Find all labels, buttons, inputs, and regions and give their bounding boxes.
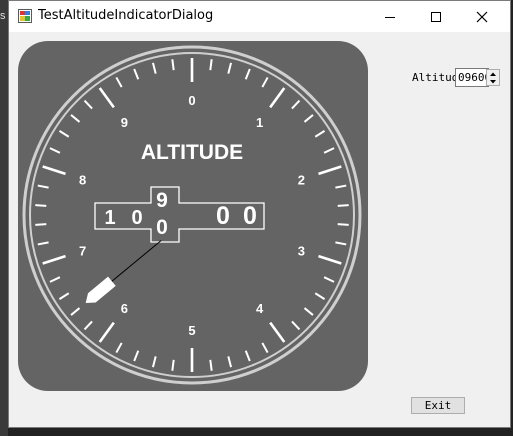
dial-number: 1 [256,115,263,130]
maximize-icon [431,11,441,22]
dial-number: 3 [298,244,305,259]
minor-tick [337,204,349,207]
minor-tick [171,59,175,71]
close-button[interactable] [459,1,505,32]
drum-digit-1: 1 [104,207,115,229]
spin-down-icon[interactable] [487,78,499,86]
window-title: TestAltitudeIndicatorDialog [38,8,214,23]
altitude-input[interactable]: 09600 [455,68,489,87]
exit-button[interactable]: Exit [411,397,465,414]
gauge-caption: ALTITUDE [141,141,243,164]
spin-up-icon[interactable] [487,70,499,78]
drum-digit-5: 0 [243,202,257,230]
minimize-button[interactable] [367,1,413,32]
dial-number: 9 [121,115,128,130]
minor-tick [209,359,213,371]
minor-tick [209,59,213,71]
dial-number: 0 [188,93,195,108]
minor-tick [35,204,47,207]
maximize-button[interactable] [413,1,459,32]
dialog-window: TestAltitudeIndicatorDialog 0123456789 A… [8,0,511,428]
dial-number: 8 [79,172,86,187]
minor-tick [171,359,175,371]
drum-digit-4: 0 [216,202,230,230]
app-icon [18,9,32,23]
dial-number: 4 [256,301,264,316]
drum-digit-middle-bottom: 0 [156,216,168,239]
drum-digit-2: 0 [131,207,142,229]
minor-tick [337,223,349,226]
close-icon [476,11,488,22]
minor-tick [35,223,47,226]
minimize-icon [385,16,395,18]
altitude-spinner[interactable] [486,69,500,86]
title-bar[interactable]: TestAltitudeIndicatorDialog [9,1,510,32]
dial-number: 5 [188,323,195,338]
altimeter-gauge: 0123456789 ALTITUDE 1 0 9 0 0 0 [18,41,368,391]
background-edge: s [0,0,8,436]
background-edge-text: s [0,10,6,22]
dial-number: 6 [121,301,128,316]
drum-digit-middle-top: 9 [156,189,168,212]
dial-number: 2 [298,172,305,187]
dial-number: 7 [79,244,86,259]
